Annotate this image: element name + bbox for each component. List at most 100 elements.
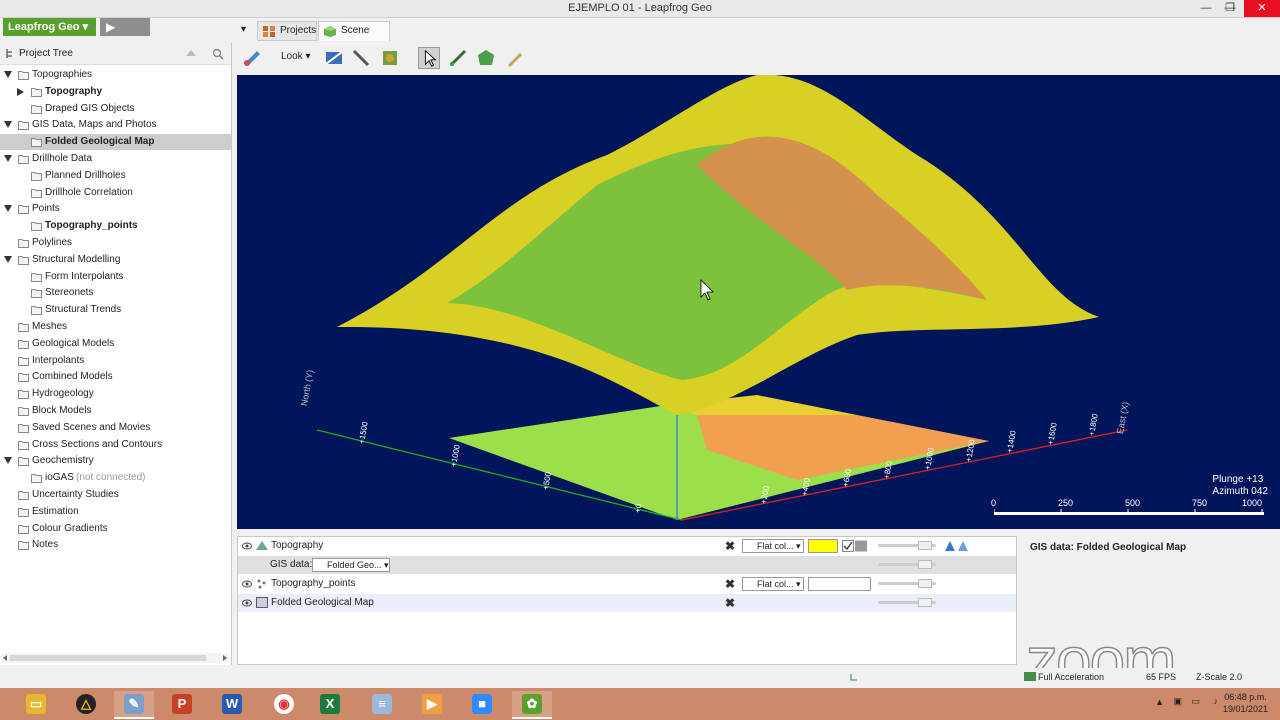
tree-item[interactable]: Geological Models [0, 336, 231, 352]
tree-item[interactable]: Topography [0, 84, 231, 100]
scene-canvas[interactable] [237, 75, 1280, 529]
restore-button[interactable]: ❐ [1218, 0, 1242, 17]
ruler-tool-icon[interactable] [350, 47, 372, 69]
taskbar-app-triangle[interactable]: △ [66, 691, 106, 719]
visibility-eye-icon[interactable] [242, 580, 252, 588]
minimize-icon[interactable]: — [1194, 0, 1218, 17]
tree-item[interactable]: Meshes [0, 319, 231, 335]
expand-down-icon[interactable] [4, 121, 12, 129]
tree-item[interactable]: Structural Modelling [0, 252, 231, 268]
remove-icon[interactable]: ✖ [724, 597, 736, 609]
tabs-dropdown-icon[interactable]: ▾ [241, 24, 246, 35]
play-button[interactable]: ▶ [100, 18, 150, 36]
search-icon[interactable] [212, 48, 224, 60]
tree-item[interactable]: GIS Data, Maps and Photos [0, 117, 231, 133]
draw-line-icon[interactable] [447, 47, 469, 69]
tree-item[interactable]: Saved Scenes and Movies [0, 420, 231, 436]
tree-item[interactable]: Colour Gradients [0, 521, 231, 537]
expand-down-icon[interactable] [4, 155, 12, 162]
tree-item[interactable]: Topographies [0, 67, 231, 83]
battery-icon[interactable]: ▭ [1191, 696, 1200, 707]
speaker-icon[interactable]: ♪ [1214, 696, 1219, 706]
tree-item[interactable]: Stereonets [0, 285, 231, 301]
tray-overflow-icon[interactable]: ▲ [1155, 697, 1164, 707]
app-menu-button[interactable]: Leapfrog Geo ▾ [3, 18, 96, 36]
tree-item[interactable]: Points [0, 201, 231, 217]
tree-item[interactable]: Block Models [0, 403, 231, 419]
expand-down-icon[interactable] [4, 71, 12, 78]
select-tool-icon[interactable] [418, 47, 440, 69]
slice-mode-icon[interactable] [944, 540, 970, 552]
tree-item[interactable]: Polylines [0, 235, 231, 251]
close-button[interactable]: ✕ [1244, 0, 1280, 17]
expand-right-icon[interactable] [17, 87, 24, 96]
rotate-tool-icon[interactable] [379, 47, 401, 69]
up-arrow-icon[interactable] [184, 49, 198, 59]
taskbar-notepad[interactable]: ≡ [362, 691, 402, 719]
taskbar-excel[interactable]: X [310, 691, 350, 719]
mesh-tool-icon[interactable] [475, 47, 497, 69]
taskbar-word[interactable]: W [212, 691, 252, 719]
tree-item[interactable]: ioGAS (not connected) [0, 470, 231, 486]
visibility-eye-icon[interactable] [242, 599, 252, 607]
horizontal-scrollbar[interactable] [2, 653, 228, 663]
shape-row-folded-geological-map[interactable]: Folded Geological Map ✖ [238, 594, 1016, 612]
taskbar-file-explorer[interactable]: ▭ [16, 691, 56, 719]
slider-thumb[interactable] [918, 598, 932, 607]
pencil-tool-icon[interactable] [504, 47, 526, 69]
expand-down-icon[interactable] [4, 205, 12, 213]
tree-item[interactable]: Estimation [0, 504, 231, 520]
shape-row-topography-points[interactable]: Topography_points ✖ Flat col... ▾ [238, 575, 1016, 593]
tree-item[interactable]: Geochemistry [0, 453, 231, 469]
tree-item[interactable]: Draped GIS Objects [0, 101, 231, 117]
taskbar-powerpoint[interactable]: P [162, 691, 202, 719]
tree-item[interactable]: Form Interpolants [0, 269, 231, 285]
slider-thumb[interactable] [918, 560, 932, 569]
scene-viewport[interactable]: North (Y) East (X) Plunge +13 Azimuth 04… [237, 75, 1280, 529]
opacity-slider[interactable] [878, 598, 936, 607]
tree-item[interactable]: Topography_points [0, 218, 231, 234]
tree-item[interactable]: Notes [0, 537, 231, 553]
slice-tool-icon[interactable] [323, 47, 345, 69]
taskbar-leapfrog[interactable]: ✿ [512, 691, 552, 719]
expand-down-icon[interactable] [4, 255, 12, 263]
tree-item[interactable]: Interpolants [0, 353, 231, 369]
tab-projects[interactable]: Projects [257, 21, 317, 41]
tree-item[interactable]: Cross Sections and Contours [0, 437, 231, 453]
visibility-eye-icon[interactable] [242, 542, 252, 550]
gis-data-select[interactable]: Folded Geo... ▾ [312, 558, 390, 572]
taskbar-paint[interactable]: ✎ [114, 691, 154, 719]
tree-item[interactable]: Drillhole Correlation [0, 185, 231, 201]
slider-thumb[interactable] [918, 541, 932, 550]
zscale-readout[interactable]: Z-Scale 2.0 [1196, 668, 1242, 686]
folder-icon [31, 222, 42, 232]
taskbar-zoom[interactable]: ■ [462, 691, 502, 719]
taskbar-chrome[interactable]: ◉ [264, 691, 304, 719]
gis-opacity-slider[interactable] [878, 560, 936, 569]
slider-thumb[interactable] [918, 579, 932, 588]
tree-item[interactable]: Planned Drillholes [0, 168, 231, 184]
clock[interactable]: 06:48 p.m. 19/01/2021 [1223, 691, 1268, 715]
tree-item[interactable]: Drillhole Data [0, 151, 231, 167]
pan-tool-icon[interactable] [241, 47, 263, 69]
colour-swatch[interactable] [808, 539, 838, 553]
tab-scene-view[interactable]: Scene View [318, 21, 390, 54]
taskbar-media[interactable]: ▶ [412, 691, 452, 719]
tree-item[interactable]: Hydrogeology [0, 386, 231, 402]
options-checkbox-icon[interactable] [842, 540, 868, 552]
tree-item[interactable]: Uncertainty Studies [0, 487, 231, 503]
remove-icon[interactable]: ✖ [724, 578, 736, 590]
opacity-slider[interactable] [878, 541, 936, 550]
nvidia-icon[interactable]: ▣ [1173, 696, 1182, 707]
display-mode-select[interactable]: Flat col... ▾ [742, 539, 804, 553]
tree-item[interactable]: Folded Geological Map [0, 134, 231, 151]
shape-row-topography[interactable]: Topography ✖ Flat col... ▾ [238, 537, 1016, 555]
display-mode-select[interactable]: Flat col... ▾ [742, 577, 804, 591]
tree-item[interactable]: Structural Trends [0, 302, 231, 318]
remove-icon[interactable]: ✖ [724, 540, 736, 552]
opacity-slider[interactable] [878, 579, 936, 588]
tree-item[interactable]: Combined Models [0, 369, 231, 385]
colour-swatch[interactable] [808, 577, 871, 591]
look-dropdown[interactable]: Look ▾ [281, 51, 310, 62]
expand-down-icon[interactable] [4, 457, 12, 465]
